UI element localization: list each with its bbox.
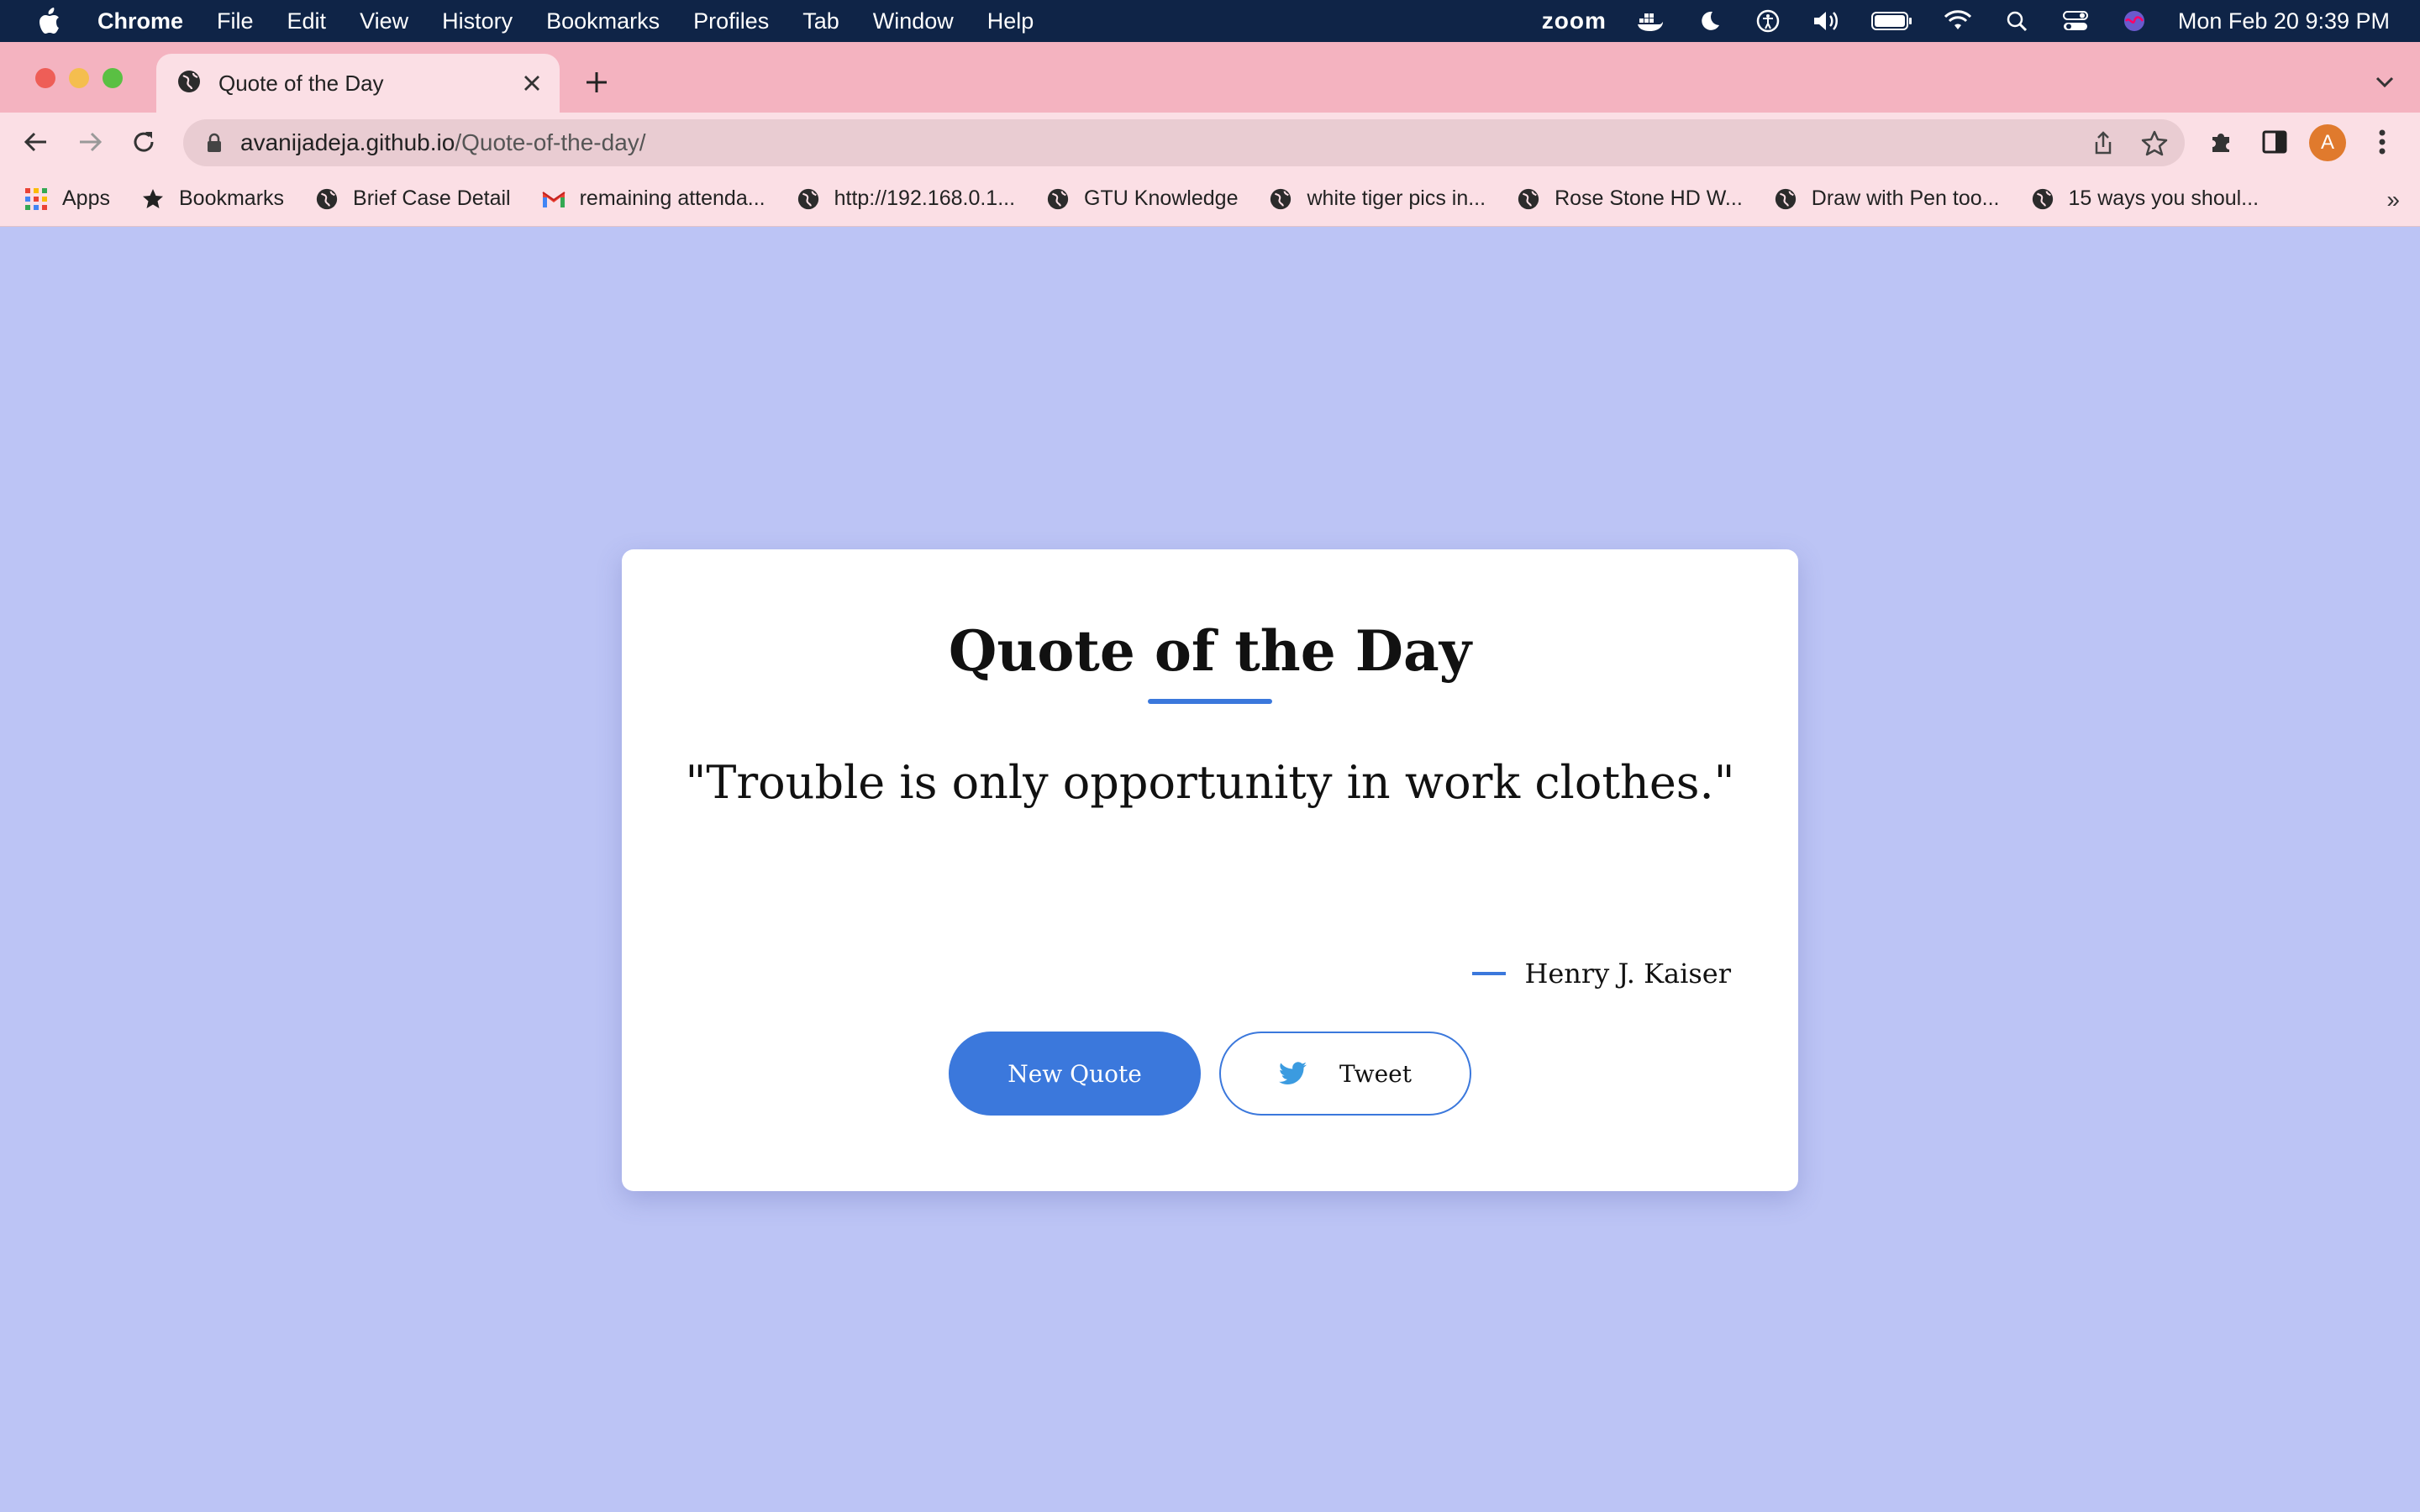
- reload-icon[interactable]: [124, 123, 163, 161]
- browser-toolbar: avanijadeja.github.io/Quote-of-the-day/ …: [0, 113, 2420, 171]
- menu-tab[interactable]: Tab: [802, 8, 839, 34]
- accessibility-icon[interactable]: [1753, 6, 1783, 36]
- battery-icon[interactable]: [1870, 6, 1914, 36]
- wifi-icon[interactable]: [1943, 6, 1973, 36]
- address-bar[interactable]: avanijadeja.github.io/Quote-of-the-day/: [183, 119, 2185, 166]
- window-minimize-button[interactable]: [69, 68, 89, 88]
- bookmark-label: GTU Knowledge: [1084, 186, 1239, 210]
- menu-app-name[interactable]: Chrome: [97, 8, 183, 34]
- author-name: Henry J. Kaiser: [1524, 958, 1731, 990]
- bookmark-label: Bookmarks: [178, 186, 285, 210]
- url-host: avanijadeja.github.io: [240, 129, 455, 155]
- globe-icon: [176, 69, 202, 98]
- tab-title: Quote of the Day: [218, 70, 384, 96]
- browser-tab-strip: Quote of the Day: [0, 42, 2420, 113]
- menu-profiles[interactable]: Profiles: [693, 8, 769, 34]
- globe-icon: [1268, 186, 1293, 212]
- url-path: /Quote-of-the-day/: [455, 129, 646, 155]
- bookmark-item[interactable]: white tiger pics in...: [1268, 186, 1486, 212]
- apps-grid-icon: [24, 186, 49, 212]
- bookmark-label: 15 ways you shoul...: [2068, 186, 2260, 210]
- twitter-bird-icon: [1278, 1059, 1307, 1088]
- docker-icon[interactable]: [1635, 6, 1665, 36]
- globe-icon: [796, 186, 821, 212]
- tweet-label: Tweet: [1339, 1059, 1413, 1088]
- spotlight-search-icon[interactable]: [2002, 6, 2032, 36]
- new-tab-plus-icon[interactable]: [578, 64, 615, 101]
- new-quote-button[interactable]: New Quote: [949, 1032, 1201, 1116]
- bookmark-bookmarks-folder[interactable]: Bookmarks: [140, 186, 284, 212]
- do-not-disturb-moon-icon[interactable]: [1694, 6, 1724, 36]
- bookmark-label: remaining attenda...: [579, 186, 765, 210]
- window-zoom-button[interactable]: [103, 68, 123, 88]
- side-panel-icon[interactable]: [2255, 123, 2294, 161]
- bookmark-label: http://192.168.0.1...: [834, 186, 1016, 210]
- share-icon[interactable]: [2089, 129, 2118, 157]
- active-tab[interactable]: Quote of the Day: [156, 54, 560, 113]
- bookmark-apps[interactable]: Apps: [24, 186, 110, 212]
- globe-icon: [1045, 186, 1071, 212]
- bookmark-item[interactable]: remaining attenda...: [541, 186, 765, 212]
- extensions-puzzle-icon[interactable]: [2202, 123, 2240, 161]
- more-vertical-menu-icon[interactable]: [2363, 123, 2402, 161]
- globe-icon: [314, 186, 339, 212]
- menu-history[interactable]: History: [442, 8, 513, 34]
- menubar-status-area: zoom Mon Feb 20 9:39 PM: [1542, 0, 2390, 42]
- page-title: Quote of the Day: [948, 618, 1472, 684]
- window-close-button[interactable]: [35, 68, 55, 88]
- forward-arrow-icon[interactable]: [71, 123, 109, 161]
- siri-icon[interactable]: [2119, 6, 2149, 36]
- bookmark-item[interactable]: http://192.168.0.1...: [796, 186, 1015, 212]
- tab-search-chevron-down-icon[interactable]: [2368, 66, 2402, 99]
- menu-window[interactable]: Window: [873, 8, 954, 34]
- bookmark-label: Rose Stone HD W...: [1555, 186, 1743, 210]
- bookmark-label: Brief Case Detail: [353, 186, 511, 210]
- bookmark-label: Draw with Pen too...: [1811, 186, 2000, 210]
- bookmark-label: white tiger pics in...: [1307, 186, 1486, 210]
- globe-icon: [1773, 186, 1798, 212]
- bookmark-star-icon[interactable]: [2139, 128, 2170, 158]
- menu-edit[interactable]: Edit: [287, 8, 327, 34]
- zoom-status-item[interactable]: zoom: [1542, 8, 1607, 34]
- menu-help[interactable]: Help: [987, 8, 1034, 34]
- bookmark-item[interactable]: GTU Knowledge: [1045, 186, 1238, 212]
- menubar-clock[interactable]: Mon Feb 20 9:39 PM: [2178, 8, 2390, 34]
- menu-file[interactable]: File: [217, 8, 254, 34]
- bookmark-item[interactable]: 15 ways you shoul...: [2030, 186, 2260, 212]
- quote-text: "Trouble is only opportunity in work clo…: [685, 756, 1735, 809]
- globe-icon: [1516, 186, 1541, 212]
- quote-card: Quote of the Day "Trouble is only opport…: [622, 549, 1798, 1191]
- apple-icon[interactable]: [30, 3, 67, 39]
- volume-icon[interactable]: [1812, 6, 1842, 36]
- bookmark-label: Apps: [62, 186, 110, 210]
- bookmark-item[interactable]: Brief Case Detail: [314, 186, 511, 212]
- author-dash: [1472, 972, 1507, 975]
- tweet-button[interactable]: Tweet: [1219, 1032, 1471, 1116]
- quote-author: Henry J. Kaiser: [1472, 958, 1731, 990]
- gmail-icon: [541, 186, 566, 212]
- title-underline: [1148, 699, 1272, 704]
- menu-bookmarks[interactable]: Bookmarks: [546, 8, 660, 34]
- tab-close-icon[interactable]: [518, 69, 546, 97]
- globe-icon: [2030, 186, 2055, 212]
- url-text[interactable]: avanijadeja.github.io/Quote-of-the-day/: [240, 129, 646, 156]
- lock-icon[interactable]: [202, 130, 227, 155]
- macos-menu-bar: Chrome File Edit View History Bookmarks …: [0, 0, 2420, 42]
- bookmarks-overflow-chevron[interactable]: »: [2386, 186, 2400, 213]
- control-center-icon[interactable]: [2060, 6, 2091, 36]
- bookmarks-bar: Apps Bookmarks Brief Case Detail remaini…: [0, 171, 2420, 227]
- menu-view[interactable]: View: [360, 8, 408, 34]
- bookmark-item[interactable]: Draw with Pen too...: [1773, 186, 2000, 212]
- bookmark-item[interactable]: Rose Stone HD W...: [1516, 186, 1743, 212]
- back-arrow-icon[interactable]: [17, 123, 55, 161]
- star-icon: [140, 186, 166, 212]
- profile-avatar[interactable]: A: [2309, 124, 2346, 161]
